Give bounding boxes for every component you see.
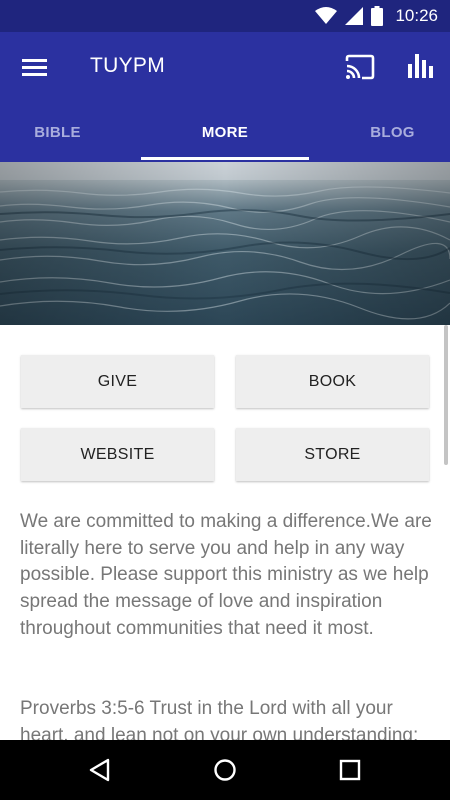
website-button[interactable]: WEBSITE [21, 428, 214, 481]
app-bar: TUYPM [0, 32, 450, 102]
store-button[interactable]: STORE [236, 428, 429, 481]
content-area: GIVE BOOK WEBSITE STORE We are committed… [0, 325, 450, 740]
recents-icon[interactable] [336, 756, 364, 784]
bible-verse: Proverbs 3:5-6 Trust in the Lord with al… [20, 698, 419, 740]
scrollbar[interactable] [444, 325, 448, 465]
tab-indicator [141, 157, 309, 160]
cast-icon[interactable] [345, 54, 375, 80]
tab-bar: BIBLE MORE BLOG [0, 102, 450, 162]
wifi-icon [315, 7, 338, 25]
book-button[interactable]: BOOK [236, 355, 429, 408]
navigation-bar [0, 740, 450, 800]
give-button[interactable]: GIVE [21, 355, 214, 408]
signal-icon [345, 7, 364, 25]
tab-bible[interactable]: BIBLE [0, 102, 115, 162]
menu-icon[interactable] [22, 56, 48, 78]
hero-ocean-image [0, 162, 450, 325]
status-bar: 10:26 [0, 0, 450, 32]
home-icon[interactable] [211, 756, 239, 784]
status-time: 10:26 [395, 6, 438, 25]
tab-more[interactable]: MORE [141, 102, 309, 162]
app-title: TUYPM [90, 54, 165, 77]
tab-blog[interactable]: BLOG [335, 102, 450, 162]
ministry-description: We are committed to making a difference.… [20, 511, 432, 639]
battery-icon [371, 6, 384, 26]
back-icon[interactable] [86, 756, 114, 784]
bar-chart-icon[interactable] [406, 52, 434, 80]
